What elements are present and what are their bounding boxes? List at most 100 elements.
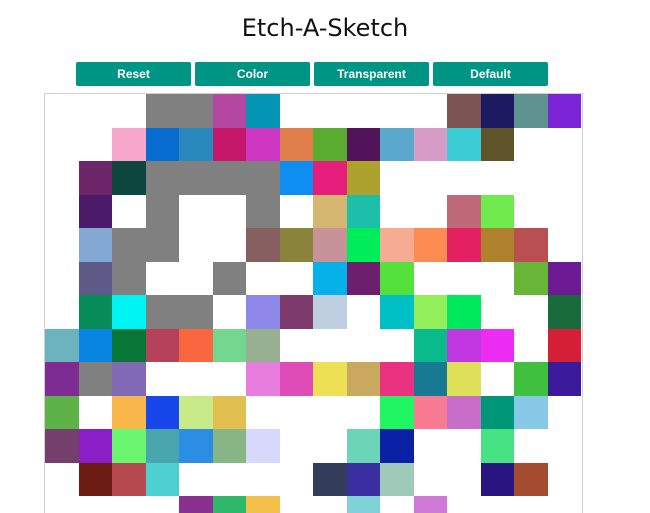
grid-cell[interactable] [514,328,548,362]
grid-cell[interactable] [313,395,347,429]
grid-cell[interactable] [212,94,246,128]
grid-cell[interactable] [45,429,79,463]
grid-cell[interactable] [480,295,514,329]
grid-cell[interactable] [313,496,347,513]
grid-cell[interactable] [413,194,447,228]
grid-cell[interactable] [279,261,313,295]
grid-cell[interactable] [212,496,246,513]
grid-cell[interactable] [279,496,313,513]
grid-cell[interactable] [279,161,313,195]
grid-cell[interactable] [246,194,280,228]
grid-cell[interactable] [212,194,246,228]
grid-cell[interactable] [313,161,347,195]
grid-cell[interactable] [547,161,581,195]
grid-cell[interactable] [246,228,280,262]
grid-cell[interactable] [45,94,79,128]
grid-cell[interactable] [112,261,146,295]
grid-cell[interactable] [112,462,146,496]
grid-cell[interactable] [313,429,347,463]
grid-cell[interactable] [413,496,447,513]
grid-cell[interactable] [45,228,79,262]
grid-cell[interactable] [279,462,313,496]
grid-cell[interactable] [212,295,246,329]
grid-cell[interactable] [112,395,146,429]
grid-cell[interactable] [145,94,179,128]
grid-cell[interactable] [179,395,213,429]
grid-cell[interactable] [45,161,79,195]
grid-cell[interactable] [480,362,514,396]
grid-cell[interactable] [480,94,514,128]
grid-cell[interactable] [212,261,246,295]
grid-cell[interactable] [514,228,548,262]
grid-cell[interactable] [246,496,280,513]
grid-cell[interactable] [346,261,380,295]
grid-cell[interactable] [480,127,514,161]
grid-cell[interactable] [480,496,514,513]
grid-cell[interactable] [413,328,447,362]
grid-cell[interactable] [413,261,447,295]
grid-cell[interactable] [212,462,246,496]
grid-cell[interactable] [380,161,414,195]
grid-cell[interactable] [514,261,548,295]
grid-cell[interactable] [145,328,179,362]
grid-cell[interactable] [212,328,246,362]
grid-cell[interactable] [145,496,179,513]
grid-cell[interactable] [145,228,179,262]
grid-cell[interactable] [112,328,146,362]
grid-cell[interactable] [246,462,280,496]
grid-cell[interactable] [246,94,280,128]
grid-cell[interactable] [179,228,213,262]
grid-cell[interactable] [346,295,380,329]
grid-cell[interactable] [480,462,514,496]
grid-cell[interactable] [145,161,179,195]
grid-cell[interactable] [346,94,380,128]
grid-cell[interactable] [447,127,481,161]
grid-cell[interactable] [179,429,213,463]
grid-cell[interactable] [447,295,481,329]
grid-cell[interactable] [145,462,179,496]
grid-cell[interactable] [514,395,548,429]
grid-cell[interactable] [246,362,280,396]
grid-cell[interactable] [514,362,548,396]
grid-cell[interactable] [380,395,414,429]
grid-cell[interactable] [78,295,112,329]
grid-cell[interactable] [179,362,213,396]
grid-cell[interactable] [112,429,146,463]
grid-cell[interactable] [112,127,146,161]
grid-cell[interactable] [112,362,146,396]
grid-cell[interactable] [112,194,146,228]
grid-cell[interactable] [447,362,481,396]
grid-cell[interactable] [413,362,447,396]
grid-cell[interactable] [279,94,313,128]
grid-cell[interactable] [380,295,414,329]
grid-cell[interactable] [547,328,581,362]
grid-cell[interactable] [413,429,447,463]
grid-cell[interactable] [45,496,79,513]
grid-cell[interactable] [547,462,581,496]
grid-cell[interactable] [447,161,481,195]
grid-cell[interactable] [514,127,548,161]
grid-cell[interactable] [313,328,347,362]
grid-cell[interactable] [413,295,447,329]
grid-cell[interactable] [380,462,414,496]
grid-cell[interactable] [279,228,313,262]
grid-cell[interactable] [480,161,514,195]
grid-cell[interactable] [179,94,213,128]
grid-cell[interactable] [413,94,447,128]
grid-cell[interactable] [112,295,146,329]
grid-cell[interactable] [246,261,280,295]
grid-cell[interactable] [514,429,548,463]
grid-cell[interactable] [346,462,380,496]
grid-cell[interactable] [45,261,79,295]
grid-cell[interactable] [78,228,112,262]
grid-cell[interactable] [346,228,380,262]
grid-cell[interactable] [246,429,280,463]
grid-cell[interactable] [380,228,414,262]
grid-cell[interactable] [179,462,213,496]
default-button[interactable]: Default [433,62,548,86]
grid-cell[interactable] [45,395,79,429]
grid-cell[interactable] [480,328,514,362]
grid-cell[interactable] [547,395,581,429]
grid-cell[interactable] [212,228,246,262]
grid-cell[interactable] [447,496,481,513]
